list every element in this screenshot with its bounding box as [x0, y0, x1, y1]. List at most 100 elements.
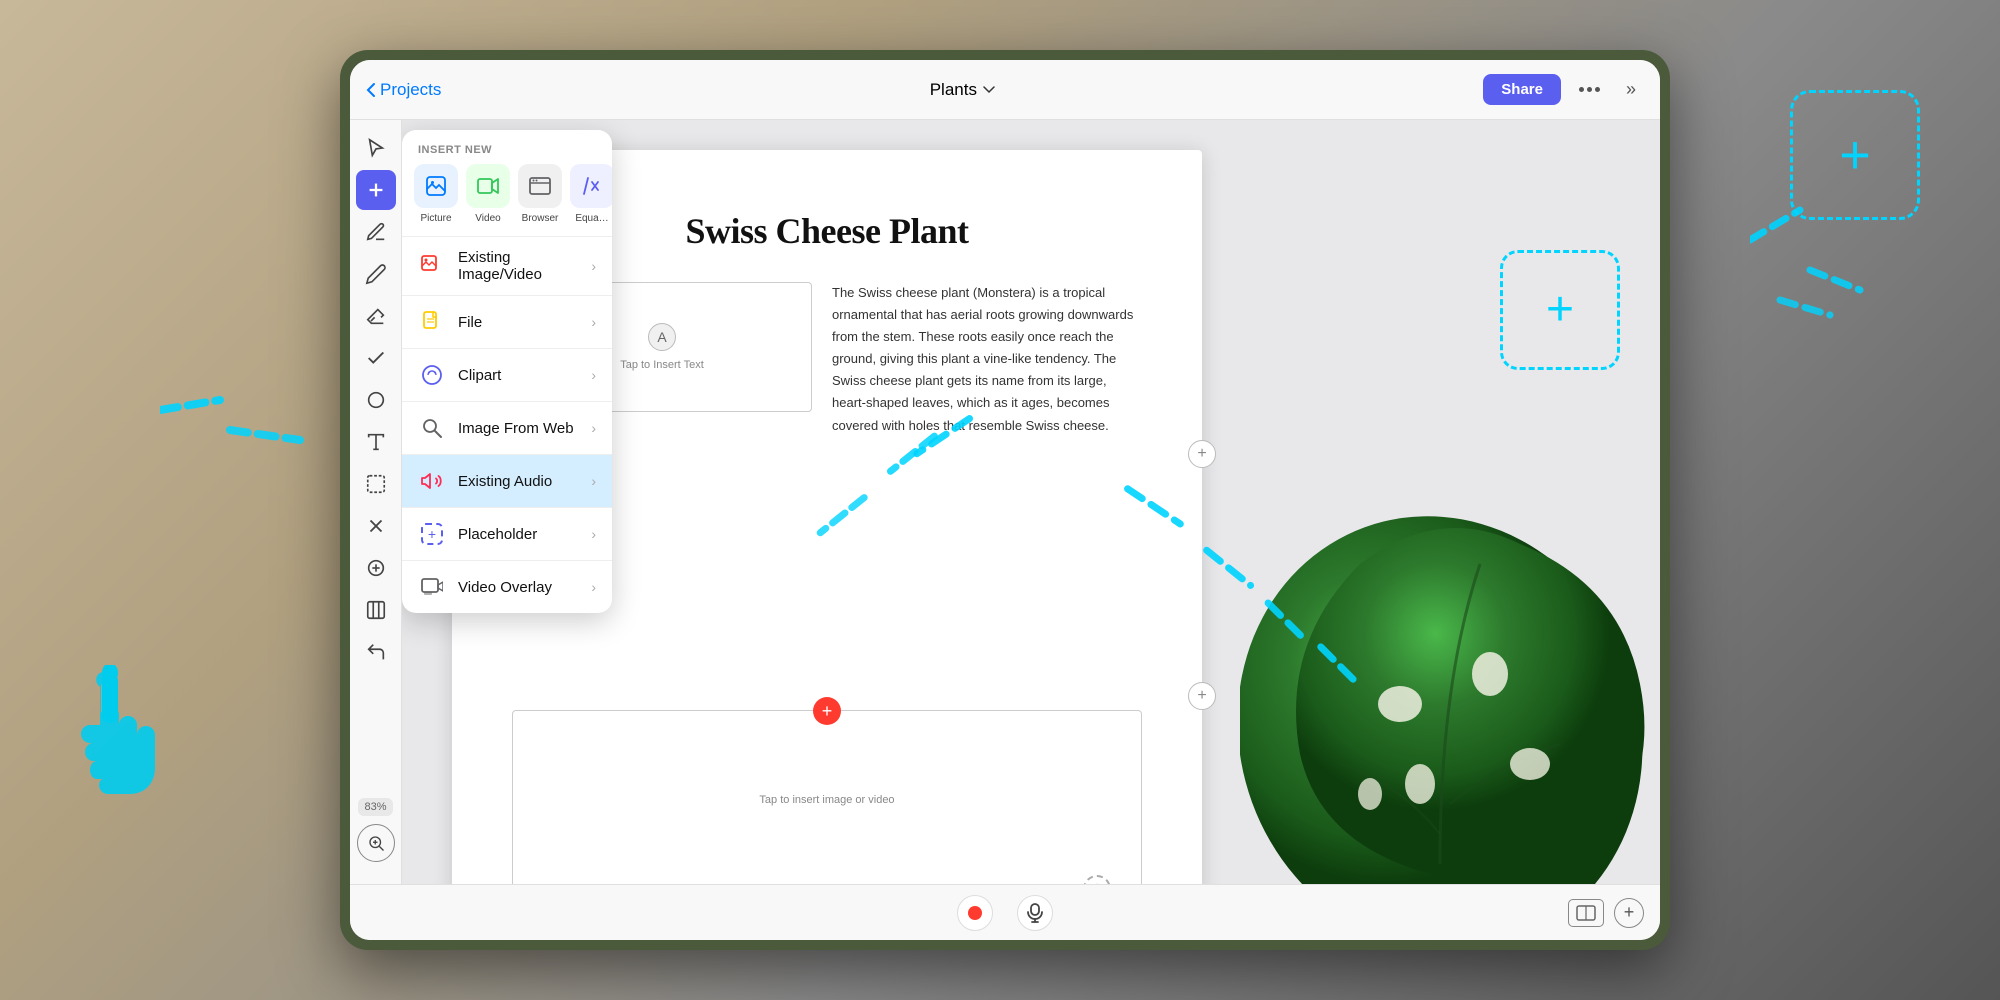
file-text: File: [458, 314, 579, 331]
image-placeholder-label: Tap to insert image or video: [759, 794, 894, 806]
existing-audio-text: Existing Audio: [458, 473, 579, 490]
image-video-icon: [421, 255, 443, 277]
audio-icon: [421, 470, 443, 492]
add-hint-plus-icon: +: [1546, 286, 1574, 334]
insert-menu: INSERT NEW Picture: [402, 130, 612, 613]
pointer-tool[interactable]: [356, 128, 396, 168]
placeholder-dashed-box: +: [421, 523, 443, 545]
expand-button[interactable]: »: [1618, 75, 1644, 104]
undo-icon: [365, 641, 387, 663]
page-add-bottom-button[interactable]: +: [1188, 682, 1216, 710]
eraser-icon: [365, 305, 387, 327]
record-button[interactable]: [957, 895, 993, 931]
monstera-leaf-image: [1240, 484, 1660, 884]
bottom-add-button[interactable]: +: [1614, 898, 1644, 928]
search-icon: [421, 417, 443, 439]
video-overlay-svg-icon: [421, 576, 443, 598]
image-add-top-button[interactable]: +: [813, 697, 841, 725]
frame-tool[interactable]: [356, 590, 396, 630]
browser-icon-circle: [518, 164, 562, 208]
close-icon: [365, 515, 387, 537]
picture-label: Picture: [420, 213, 451, 224]
picture-icon-circle: [414, 164, 458, 208]
file-icon: [418, 308, 446, 336]
select-tool[interactable]: [356, 464, 396, 504]
existing-image-video-chevron: ›: [591, 258, 596, 274]
back-chevron-icon: [366, 82, 376, 98]
page-add-top-button[interactable]: +: [1188, 440, 1216, 468]
pointer-icon: [365, 137, 387, 159]
top-bar-right: Share »: [1483, 74, 1644, 105]
chevron-down-icon: [983, 86, 995, 94]
eraser-tool[interactable]: [356, 296, 396, 336]
main-area: 83% Swiss Cheese Plant: [350, 120, 1660, 884]
canvas-area[interactable]: Swiss Cheese Plant A Tap to Insert Text: [402, 120, 1660, 884]
pencil-tool[interactable]: [356, 254, 396, 294]
text-placeholder-label: Tap to Insert Text: [620, 359, 704, 371]
file-item[interactable]: File ›: [402, 296, 612, 348]
text-tool[interactable]: [356, 422, 396, 462]
bottom-right-buttons: +: [1568, 898, 1644, 928]
equation-icon-circle: [570, 164, 612, 208]
video-overlay-item[interactable]: Video Overlay ›: [402, 561, 612, 613]
insert-browser[interactable]: Browser: [518, 164, 562, 224]
target-tool[interactable]: [356, 548, 396, 588]
browser-icon: [528, 174, 552, 198]
shapes-tool[interactable]: [356, 380, 396, 420]
video-overlay-text: Video Overlay: [458, 579, 579, 596]
tablet-frame: Projects Plants Share »: [340, 50, 1670, 950]
image-add-bottom-button[interactable]: +: [1083, 875, 1111, 884]
placeholder-icon: +: [418, 520, 446, 548]
image-from-web-item[interactable]: Image From Web ›: [402, 402, 612, 454]
placeholder-item[interactable]: + Placeholder ›: [402, 508, 612, 560]
clipart-text: Clipart: [458, 367, 579, 384]
text-icon: [365, 431, 387, 453]
close-tool[interactable]: [356, 506, 396, 546]
top-bar: Projects Plants Share »: [350, 60, 1660, 120]
existing-audio-item[interactable]: Existing Audio ›: [402, 455, 612, 507]
equation-label: Equa…: [575, 213, 608, 224]
dot3: [1595, 87, 1600, 92]
undo-tool[interactable]: [356, 632, 396, 672]
screen-layout-button[interactable]: [1568, 899, 1604, 927]
insert-picture[interactable]: Picture: [414, 164, 458, 224]
image-from-web-icon: [418, 414, 446, 442]
select-icon: [365, 473, 387, 495]
zoom-level[interactable]: 83%: [358, 798, 392, 816]
pencil-icon: [365, 263, 387, 285]
target-icon: [365, 557, 387, 579]
check-tool[interactable]: [356, 338, 396, 378]
screen-layout-icon: [1576, 905, 1596, 921]
clipart-item[interactable]: Clipart ›: [402, 349, 612, 401]
insert-menu-header: INSERT NEW: [402, 130, 612, 164]
microphone-button[interactable]: [1017, 895, 1053, 931]
insert-icons-row: Picture Video: [402, 164, 612, 236]
dot2: [1587, 87, 1592, 92]
clipart-chevron: ›: [591, 367, 596, 383]
doc-body-text: The Swiss cheese plant (Monstera) is a t…: [832, 282, 1142, 437]
insert-video[interactable]: Video: [466, 164, 510, 224]
share-button[interactable]: Share: [1483, 74, 1561, 105]
image-placeholder[interactable]: + Tap to insert image or video +: [512, 710, 1142, 884]
doc-title-text: Plants: [930, 80, 977, 100]
check-icon: [365, 347, 387, 369]
existing-image-video-item[interactable]: Existing Image/Video ›: [402, 237, 612, 295]
text-placeholder-icon: A: [648, 323, 676, 351]
back-button[interactable]: Projects: [366, 80, 441, 100]
tablet-screen: Projects Plants Share »: [350, 60, 1660, 940]
add-tool[interactable]: [356, 170, 396, 210]
insert-equation[interactable]: Equa…: [570, 164, 612, 224]
left-toolbar: 83%: [350, 120, 402, 884]
dot1: [1579, 87, 1584, 92]
existing-image-video-text: Existing Image/Video: [458, 249, 579, 283]
video-icon: [476, 174, 500, 198]
more-button[interactable]: [1573, 81, 1606, 98]
doc-text-area: The Swiss cheese plant (Monstera) is a t…: [832, 282, 1142, 437]
microphone-icon: [1025, 903, 1045, 923]
shapes-icon: [365, 389, 387, 411]
doc-title-button[interactable]: Plants: [930, 80, 995, 100]
pen-tool[interactable]: [356, 212, 396, 252]
video-label: Video: [475, 213, 500, 224]
zoom-button[interactable]: [357, 824, 395, 862]
video-icon-circle: [466, 164, 510, 208]
